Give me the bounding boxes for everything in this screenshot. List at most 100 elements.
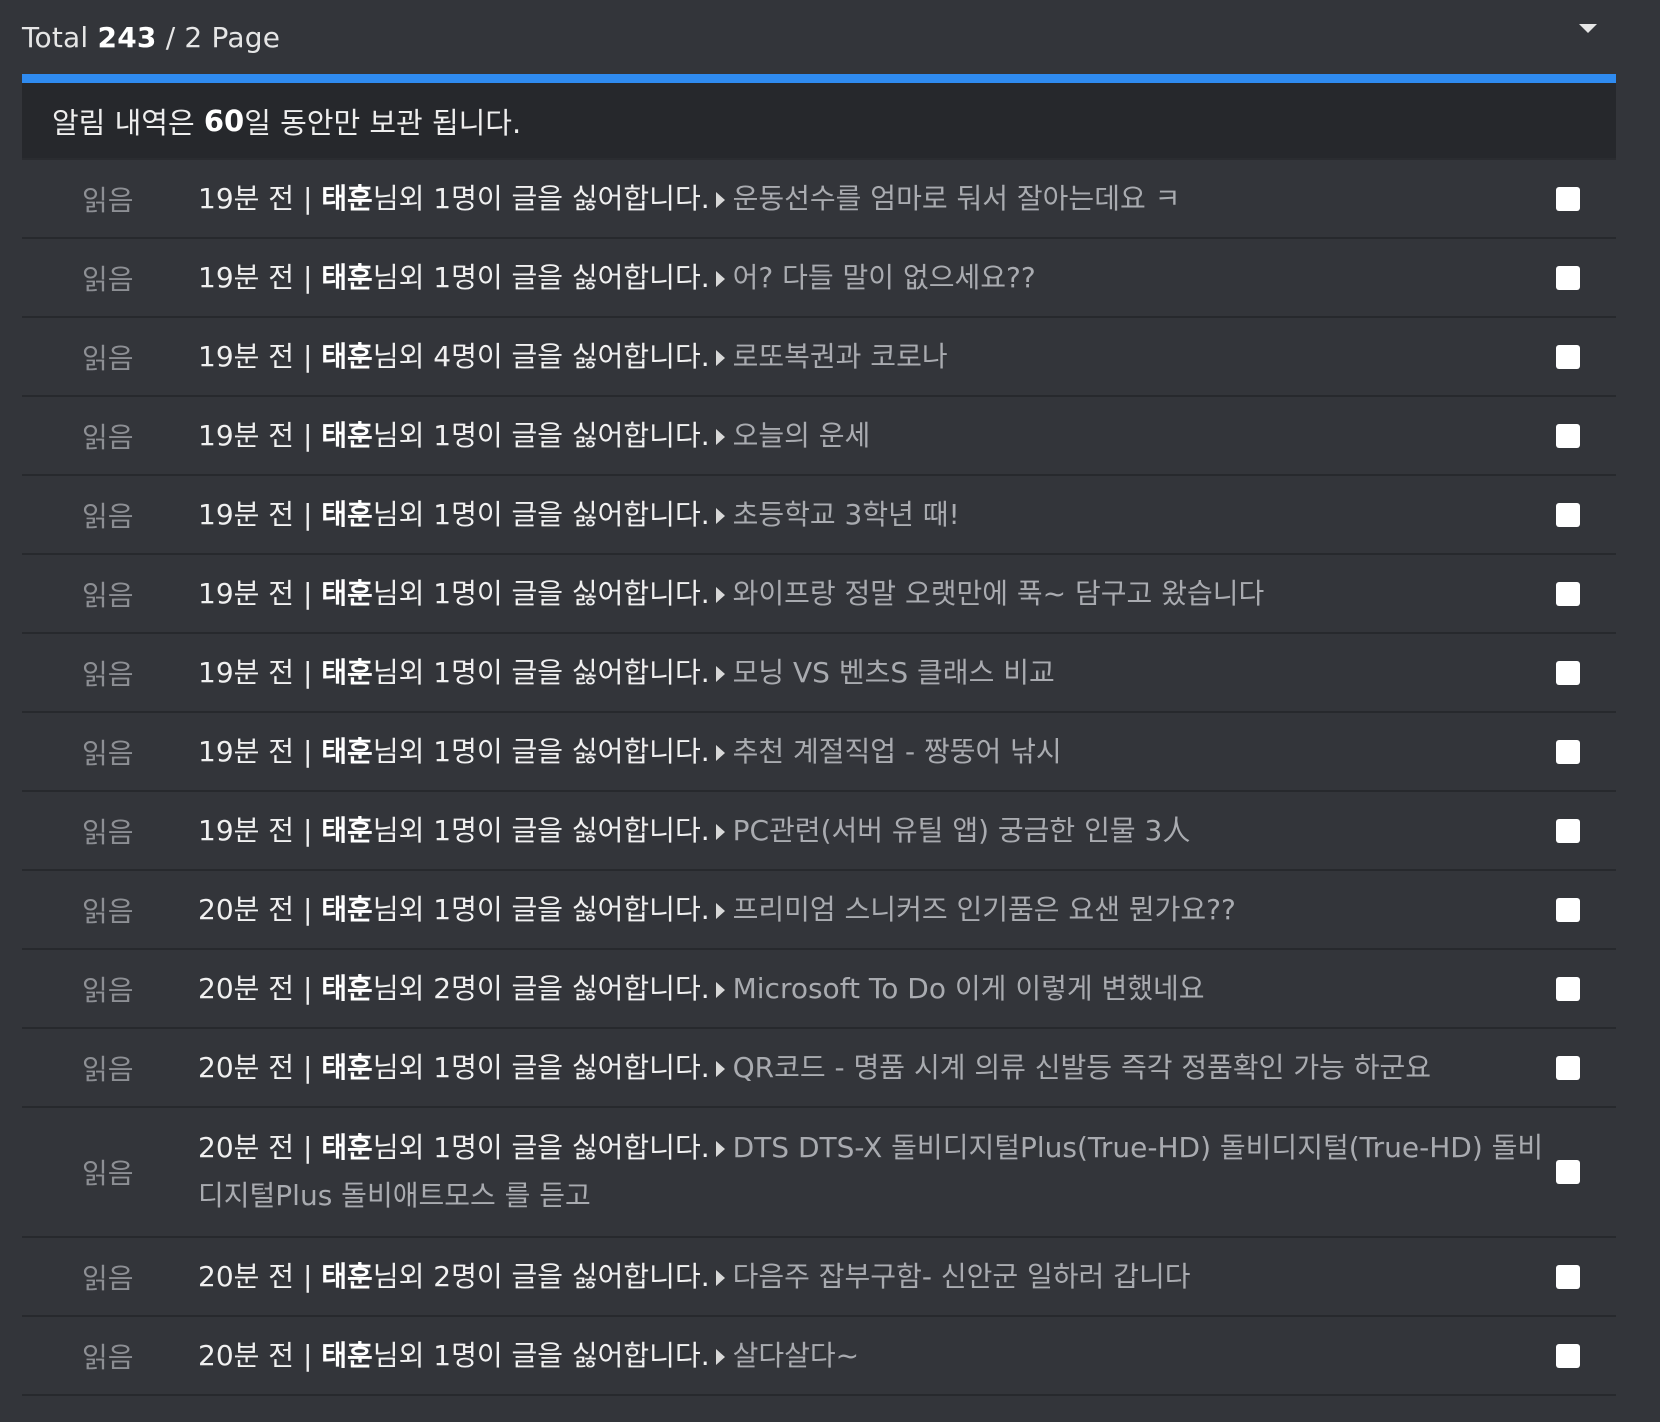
read-status: 읽음 <box>82 499 134 533</box>
message-text: 님외 1명이 글을 싫어합니다. <box>372 813 710 847</box>
time-ago: 19분 전 | <box>198 813 313 847</box>
notification-row[interactable]: 읽음 20분 전 | 태훈님외 1명이 글을 싫어합니다. QR코드 - 명품 시계… <box>22 1029 1616 1108</box>
select-checkbox-cell <box>1556 660 1616 685</box>
notification-row[interactable]: 읽음 19분 전 | 태훈님외 1명이 글을 싫어합니다. 어? 다들 말이 없으세… <box>22 239 1616 318</box>
page-count: / 2 Page <box>165 20 281 54</box>
notification-row[interactable]: 읽음 19분 전 | 태훈님외 1명이 글을 싫어합니다. 와이프랑 정말 오랫만에… <box>22 555 1616 634</box>
checkbox-icon[interactable] <box>1556 1055 1580 1080</box>
notification-row[interactable]: 읽음 20분 전 | 태훈님외 2명이 글을 싫어합니다. 다음주 잡부구함- 신안… <box>22 1238 1616 1317</box>
read-status: 읽음 <box>82 815 134 849</box>
notification-content[interactable]: 20분 전 | 태훈님외 2명이 글을 싫어합니다. Microsoft To D… <box>198 965 1556 1013</box>
notification-content[interactable]: 19분 전 | 태훈님외 4명이 글을 싫어합니다. 로또복권과 코로나 <box>198 333 1556 381</box>
notification-content[interactable]: 19분 전 | 태훈님외 1명이 글을 싫어합니다. 추천 계절직업 - 짱뚱어 … <box>198 728 1556 776</box>
message-text: 님외 1명이 글을 싫어합니다. <box>372 181 710 215</box>
checkbox-icon[interactable] <box>1556 581 1580 606</box>
select-checkbox-cell <box>1556 186 1616 211</box>
post-title-link[interactable]: 프리미엄 스니커즈 인기품은 요샌 뭔가요?? <box>733 893 1236 926</box>
options-dropdown[interactable] <box>1568 8 1608 48</box>
notification-content[interactable]: 19분 전 | 태훈님외 1명이 글을 싫어합니다. 와이프랑 정말 오랫만에 푹… <box>198 570 1556 618</box>
triangle-right-icon <box>715 270 725 287</box>
message-text: 님외 1명이 글을 싫어합니다. <box>372 1050 710 1084</box>
notification-content[interactable]: 20분 전 | 태훈님외 1명이 글을 싫어합니다. QR코드 - 명품 시계 의… <box>198 1044 1556 1092</box>
checkbox-icon[interactable] <box>1556 423 1580 448</box>
notification-row[interactable]: 읽음 19분 전 | 태훈님외 1명이 글을 싫어합니다. 초등학교 3학년 때! <box>22 476 1616 555</box>
time-ago: 19분 전 | <box>198 497 313 531</box>
user-name: 태훈 <box>321 339 373 373</box>
post-title-link[interactable]: 어? 다들 말이 없으세요?? <box>733 261 1036 294</box>
post-title-link[interactable]: 초등학교 3학년 때! <box>733 498 960 531</box>
select-checkbox-cell <box>1556 581 1616 606</box>
notification-row[interactable]: 읽음 19분 전 | 태훈님외 1명이 글을 싫어합니다. 운동선수를 엄마로 둬서… <box>22 160 1616 239</box>
triangle-right-icon <box>715 349 725 366</box>
user-name: 태훈 <box>321 418 373 452</box>
select-checkbox-cell <box>1556 1343 1616 1368</box>
notification-row[interactable]: 읽음 20분 전 | 태훈님외 1명이 글을 싫어합니다. 프리미엄 스니커즈 인기… <box>22 871 1616 950</box>
message-text: 님외 2명이 글을 싫어합니다. <box>372 971 710 1005</box>
notification-content[interactable]: 19분 전 | 태훈님외 1명이 글을 싫어합니다. 초등학교 3학년 때! <box>198 491 1556 539</box>
post-title-link[interactable]: 운동선수를 엄마로 둬서 잘아는데요 ㅋ <box>733 182 1181 215</box>
read-status: 읽음 <box>82 1261 134 1295</box>
notification-content[interactable]: 19분 전 | 태훈님외 1명이 글을 싫어합니다. 모닝 VS 벤츠S 클래스 … <box>198 649 1556 697</box>
triangle-right-icon <box>715 902 725 919</box>
notification-content[interactable]: 20분 전 | 태훈님외 2명이 글을 싫어합니다. 다음주 잡부구함- 신안군 … <box>198 1253 1556 1301</box>
post-title-link[interactable]: 오늘의 운세 <box>733 419 871 452</box>
select-checkbox-cell <box>1556 344 1616 369</box>
checkbox-icon[interactable] <box>1556 976 1580 1001</box>
checkbox-icon[interactable] <box>1556 739 1580 764</box>
time-ago: 19분 전 | <box>198 734 313 768</box>
message-text: 님외 1명이 글을 싫어합니다. <box>372 497 710 531</box>
notification-content[interactable]: 19분 전 | 태훈님외 1명이 글을 싫어합니다. 운동선수를 엄마로 둬서 잘… <box>198 175 1556 223</box>
user-name: 태훈 <box>321 1050 373 1084</box>
notification-content[interactable]: 20분 전 | 태훈님외 1명이 글을 싫어합니다. 프리미엄 스니커즈 인기품은… <box>198 886 1556 934</box>
notice-text-before: 알림 내역은 <box>52 105 195 140</box>
notification-row[interactable]: 읽음 19분 전 | 태훈님외 1명이 글을 싫어합니다. PC관련(서버 유틸 앱… <box>22 792 1616 871</box>
notification-row[interactable]: 읽음 20분 전 | 태훈님외 2명이 글을 싫어합니다. Microsoft To… <box>22 950 1616 1029</box>
notification-row[interactable]: 읽음 19분 전 | 태훈님외 1명이 글을 싫어합니다. 오늘의 운세 <box>22 397 1616 476</box>
notification-content[interactable]: 20분 전 | 태훈님외 1명이 글을 싫어합니다. DTS DTS-X 돌비디지… <box>198 1124 1556 1220</box>
total-label: Total <box>22 20 89 54</box>
select-checkbox-cell <box>1556 1264 1616 1289</box>
retention-notice: 알림 내역은 60 일 동안만 보관 됩니다. <box>22 83 1616 160</box>
post-title-link[interactable]: 와이프랑 정말 오랫만에 푹~ 담구고 왔습니다 <box>733 577 1265 610</box>
triangle-right-icon <box>715 744 725 761</box>
notification-content[interactable]: 19분 전 | 태훈님외 1명이 글을 싫어합니다. 오늘의 운세 <box>198 412 1556 460</box>
checkbox-icon[interactable] <box>1556 1264 1580 1289</box>
notification-content[interactable]: 19분 전 | 태훈님외 1명이 글을 싫어합니다. 어? 다들 말이 없으세요?… <box>198 254 1556 302</box>
post-title-link[interactable]: 다음주 잡부구함- 신안군 일하러 갑니다 <box>733 1260 1191 1293</box>
checkbox-icon[interactable] <box>1556 818 1580 843</box>
checkbox-icon[interactable] <box>1556 186 1580 211</box>
notification-row[interactable]: 읽음 20분 전 | 태훈님외 1명이 글을 싫어합니다. DTS DTS-X 돌비… <box>22 1108 1616 1238</box>
checkbox-icon[interactable] <box>1556 344 1580 369</box>
checkbox-icon[interactable] <box>1556 1343 1580 1368</box>
select-checkbox-cell <box>1556 739 1616 764</box>
post-title-link[interactable]: Microsoft To Do 이게 이렇게 변했네요 <box>733 972 1205 1005</box>
checkbox-icon[interactable] <box>1556 1160 1580 1184</box>
notification-content[interactable]: 20분 전 | 태훈님외 1명이 글을 싫어합니다. 살다살다~ <box>198 1332 1556 1380</box>
triangle-right-icon <box>715 981 725 998</box>
post-title-link[interactable]: 로또복권과 코로나 <box>733 340 948 373</box>
post-title-link[interactable]: 추천 계절직업 - 짱뚱어 낚시 <box>733 735 1062 768</box>
notification-row[interactable]: 읽음 19분 전 | 태훈님외 1명이 글을 싫어합니다. 추천 계절직업 - 짱뚱… <box>22 713 1616 792</box>
read-status: 읽음 <box>82 1052 134 1086</box>
checkbox-icon[interactable] <box>1556 660 1580 685</box>
select-checkbox-cell <box>1556 502 1616 527</box>
post-title-link[interactable]: QR코드 - 명품 시계 의류 신발등 즉각 정품확인 가능 하군요 <box>733 1051 1431 1084</box>
checkbox-icon[interactable] <box>1556 502 1580 527</box>
checkbox-icon[interactable] <box>1556 897 1580 922</box>
post-title-link[interactable]: 모닝 VS 벤츠S 클래스 비교 <box>733 656 1055 689</box>
time-ago: 19분 전 | <box>198 576 313 610</box>
notification-row[interactable]: 읽음 19분 전 | 태훈님외 1명이 글을 싫어합니다. 모닝 VS 벤츠S 클래… <box>22 634 1616 713</box>
message-text: 님외 1명이 글을 싫어합니다. <box>372 260 710 294</box>
user-name: 태훈 <box>321 655 373 689</box>
select-checkbox-cell <box>1556 423 1616 448</box>
select-checkbox-cell <box>1556 818 1616 843</box>
checkbox-icon[interactable] <box>1556 265 1580 290</box>
time-ago: 19분 전 | <box>198 339 313 373</box>
user-name: 태훈 <box>321 734 373 768</box>
notification-row[interactable]: 읽음 20분 전 | 태훈님외 1명이 글을 싫어합니다. 살다살다~ <box>22 1317 1616 1396</box>
post-title-link[interactable]: PC관련(서버 유틸 앱) 궁금한 인물 3人 <box>733 814 1191 847</box>
notification-row[interactable]: 읽음 19분 전 | 태훈님외 4명이 글을 싫어합니다. 로또복권과 코로나 <box>22 318 1616 397</box>
notification-content[interactable]: 19분 전 | 태훈님외 1명이 글을 싫어합니다. PC관련(서버 유틸 앱) … <box>198 807 1556 855</box>
read-status: 읽음 <box>82 262 134 296</box>
post-title-link[interactable]: 살다살다~ <box>733 1339 860 1372</box>
